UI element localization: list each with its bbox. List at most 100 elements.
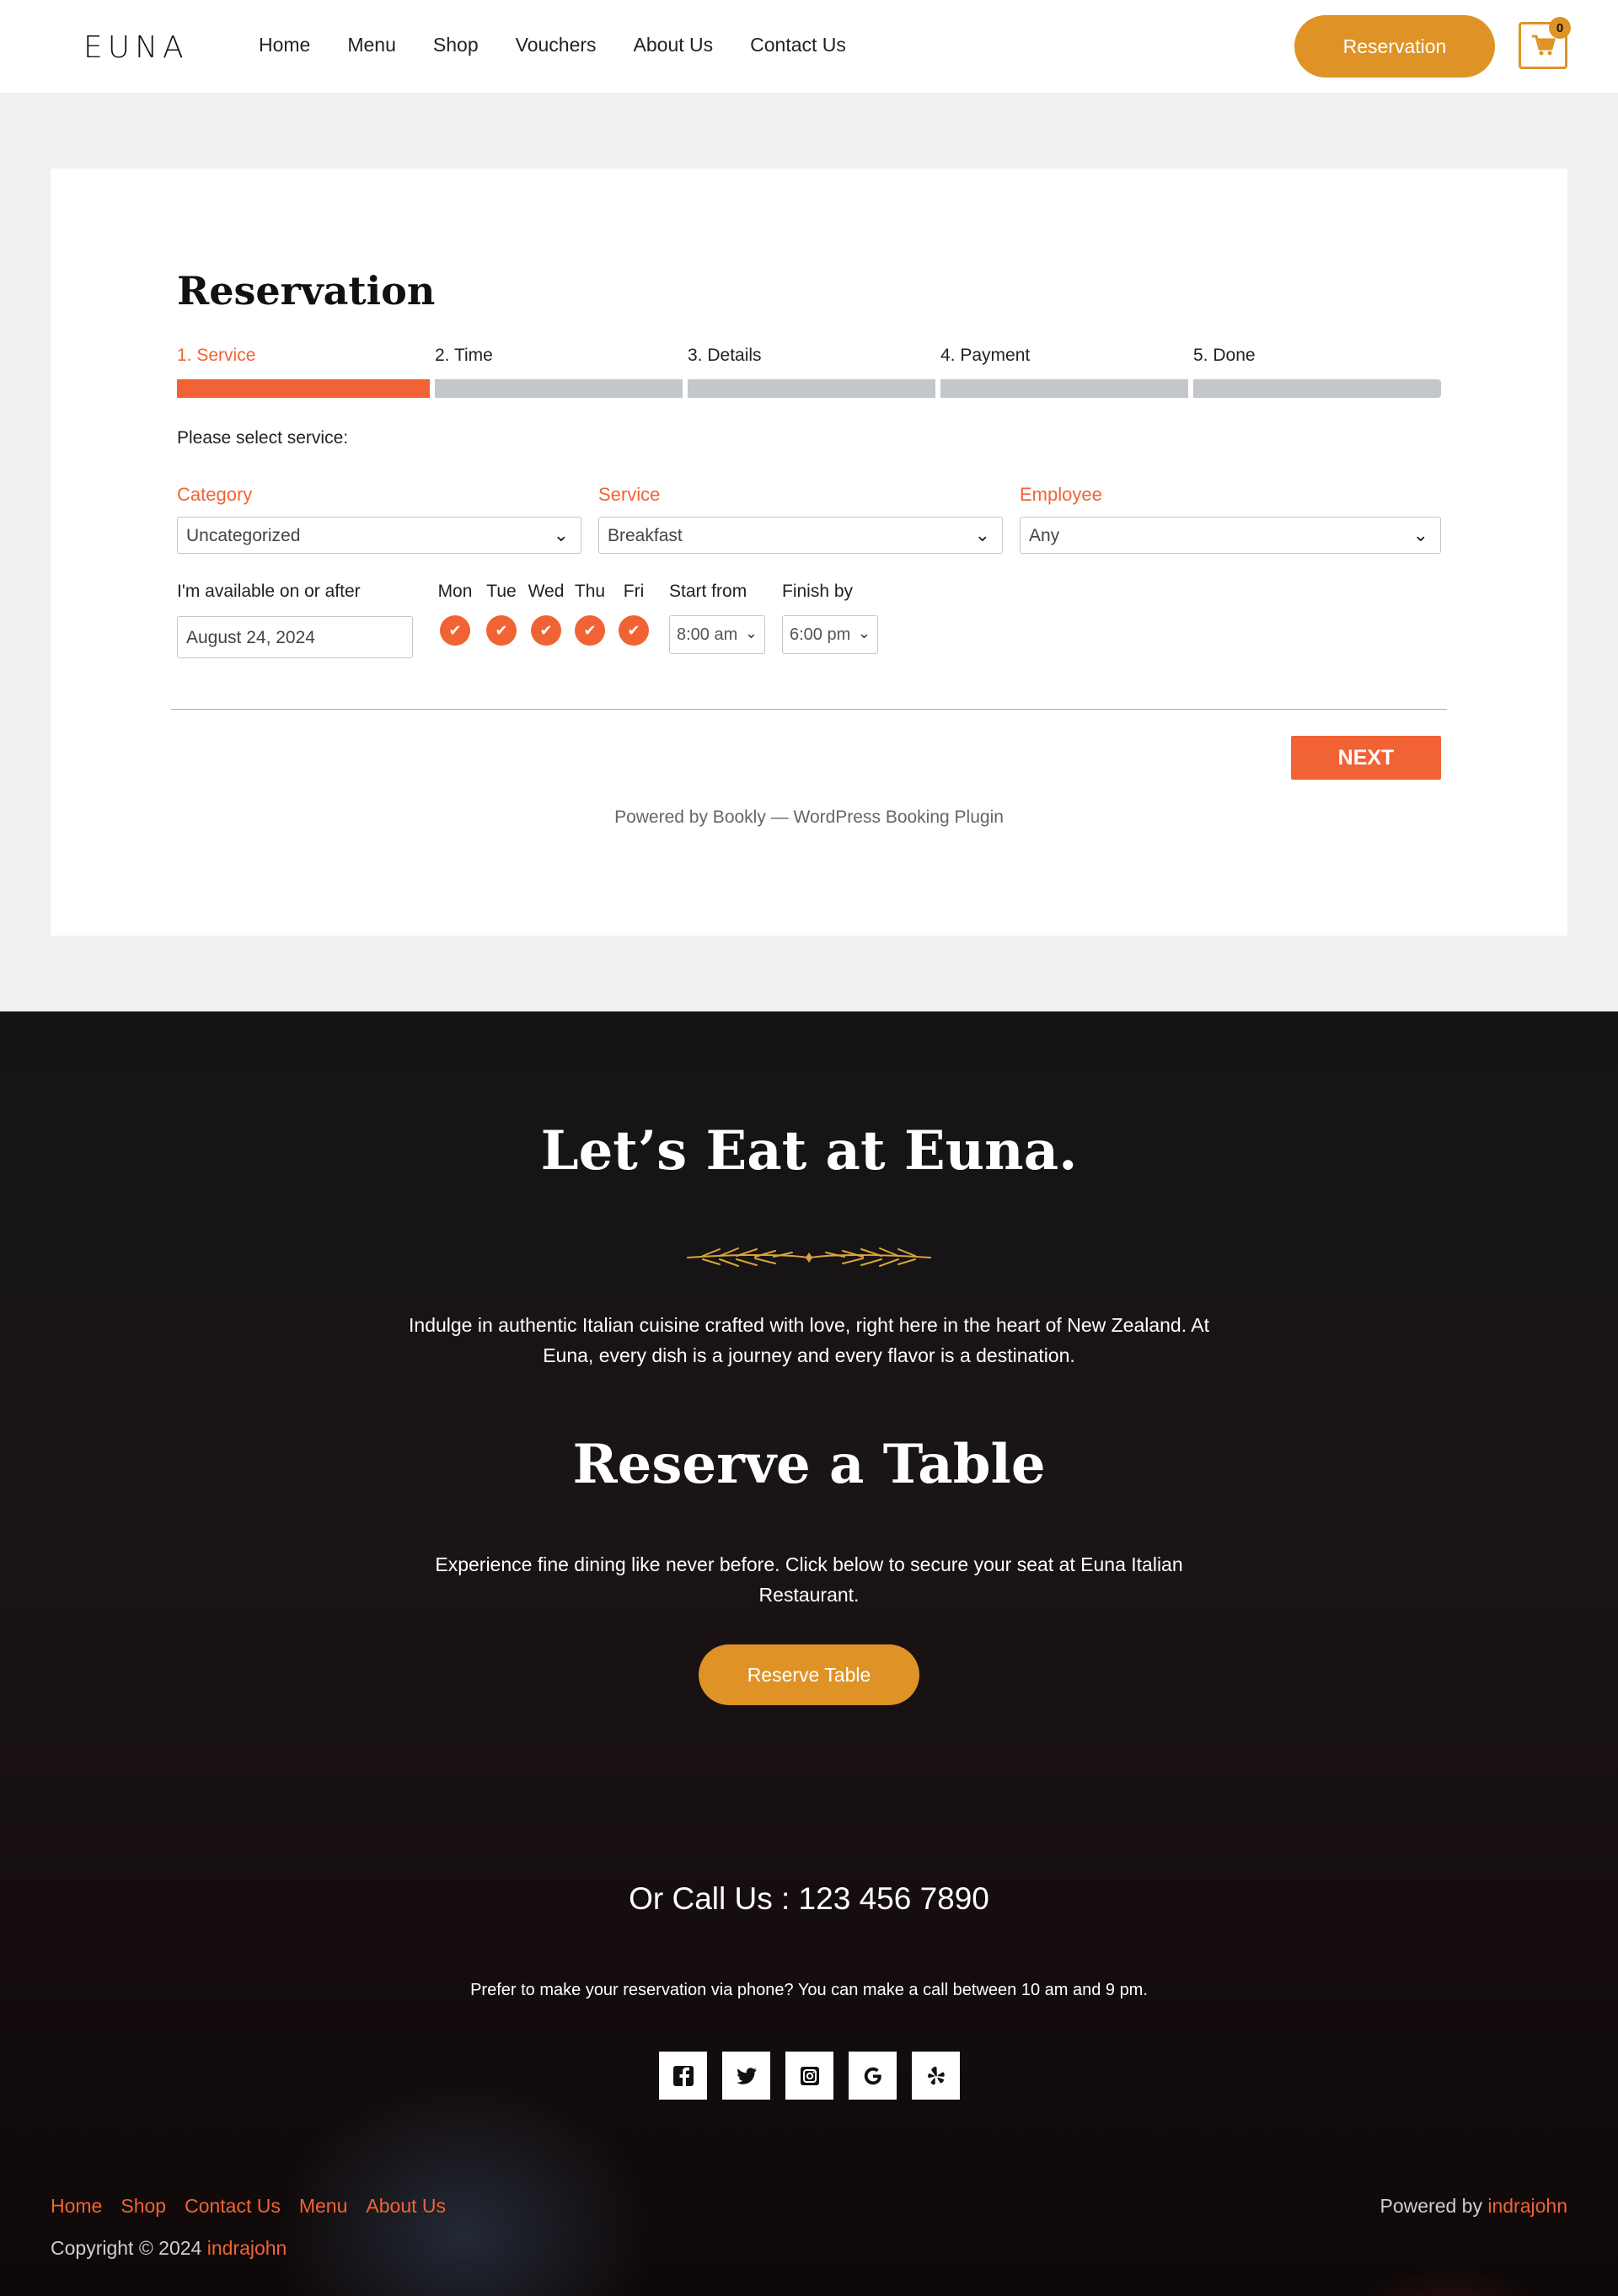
step-progress-bar	[435, 379, 683, 398]
step-label: 3. Details	[688, 346, 762, 365]
next-button[interactable]: NEXT	[1291, 736, 1441, 780]
step-label: 5. Done	[1193, 346, 1256, 365]
day-label: Mon	[437, 582, 473, 601]
nav-contact-us[interactable]: Contact Us	[750, 34, 846, 56]
check-icon[interactable]: ✔	[531, 615, 561, 646]
finish-by-label: Finish by	[782, 582, 854, 601]
day-mon[interactable]: Mon ✔	[433, 582, 477, 646]
start-time-value: 8:00 am	[677, 625, 738, 644]
finish-time-value: 6:00 pm	[790, 625, 851, 644]
check-icon[interactable]: ✔	[619, 615, 649, 646]
day-fri[interactable]: Fri ✔	[612, 582, 656, 646]
facebook-link[interactable]	[659, 2052, 707, 2100]
step-progress-bar	[688, 379, 935, 398]
form-divider	[171, 709, 1447, 710]
start-time-select[interactable]: 8:00 am ⌄	[669, 615, 765, 654]
day-label: Fri	[623, 582, 645, 601]
booking-steps: 1. Service 2. Time 3. Details 4. Payment…	[177, 346, 1441, 398]
step-payment: 4. Payment	[940, 346, 1188, 398]
google-icon	[864, 2067, 881, 2084]
cart-icon	[1532, 35, 1556, 56]
footer-link-home[interactable]: Home	[51, 2195, 102, 2218]
instagram-link[interactable]	[785, 2052, 833, 2100]
check-icon[interactable]: ✔	[575, 615, 605, 646]
service-prompt: Please select service:	[177, 428, 349, 448]
copyright-prefix: Copyright © 2024	[51, 2237, 207, 2259]
site-footer: Let’s Eat at Euna. Indulge in authentic …	[0, 1011, 1618, 2296]
check-icon[interactable]: ✔	[440, 615, 470, 646]
powered-by-text: Powered by indrajohn	[1380, 2195, 1568, 2218]
ornament-icon	[687, 1247, 931, 1267]
booking-form-card: Reservation 1. Service 2. Time 3. Detail…	[51, 169, 1567, 936]
nav-about-us[interactable]: About Us	[634, 34, 714, 56]
step-progress-bar	[177, 379, 430, 398]
chevron-down-icon: ⌄	[744, 625, 758, 641]
step-label: 4. Payment	[940, 346, 1031, 365]
powered-by-prefix: Powered by	[1380, 2195, 1488, 2217]
footer-link-contact-us[interactable]: Contact Us	[185, 2195, 281, 2218]
reserve-description: Experience fine dining like never before…	[435, 1553, 1183, 1606]
category-value: Uncategorized	[186, 526, 301, 545]
footer-nav: Home Shop Contact Us Menu About Us	[51, 2195, 446, 2218]
footer-intro-text: Indulge in authentic Italian cuisine cra…	[409, 1314, 1209, 1366]
employee-label: Employee	[1020, 484, 1102, 505]
site-header: EUNA Home Menu Shop Vouchers About Us Co…	[0, 0, 1618, 93]
footer-title: Let’s Eat at Euna.	[540, 1119, 1078, 1183]
chevron-down-icon: ⌄	[974, 524, 990, 545]
copyright-author-link[interactable]: indrajohn	[207, 2237, 287, 2259]
powered-by-author-link[interactable]: indrajohn	[1487, 2195, 1567, 2217]
twitter-link[interactable]	[722, 2052, 770, 2100]
category-select[interactable]: Uncategorized ⌄	[177, 517, 581, 554]
chevron-down-icon: ⌄	[857, 625, 871, 641]
start-from-label: Start from	[669, 582, 747, 601]
instagram-icon	[800, 2066, 819, 2085]
yelp-link[interactable]	[912, 2052, 960, 2100]
page-title: Reservation	[177, 268, 436, 314]
step-label: 1. Service	[177, 346, 256, 365]
cart-count-badge: 0	[1549, 17, 1571, 39]
category-label: Category	[177, 484, 253, 505]
twitter-icon	[736, 2067, 757, 2084]
finish-time-select[interactable]: 6:00 pm ⌄	[782, 615, 878, 654]
service-label: Service	[598, 484, 661, 505]
step-label: 2. Time	[435, 346, 493, 365]
footer-link-about-us[interactable]: About Us	[366, 2195, 446, 2218]
site-logo[interactable]: EUNA	[83, 30, 189, 65]
nav-vouchers[interactable]: Vouchers	[516, 34, 597, 56]
check-icon[interactable]: ✔	[486, 615, 517, 646]
reservation-button[interactable]: Reservation	[1294, 15, 1495, 78]
date-field[interactable]: August 24, 2024	[177, 616, 413, 658]
yelp-icon	[927, 2066, 945, 2084]
day-label: Thu	[574, 582, 606, 601]
service-select[interactable]: Breakfast ⌄	[598, 517, 1003, 554]
day-wed[interactable]: Wed ✔	[520, 582, 572, 646]
facebook-icon	[672, 2065, 694, 2086]
day-tue[interactable]: Tue ✔	[480, 582, 523, 646]
step-service: 1. Service	[177, 346, 430, 398]
service-value: Breakfast	[608, 526, 683, 545]
reserve-table-button[interactable]: Reserve Table	[699, 1644, 919, 1705]
social-links	[659, 2052, 960, 2100]
phone-reservation-note: Prefer to make your reservation via phon…	[470, 1981, 1148, 1999]
copyright-text: Copyright © 2024 indrajohn	[51, 2237, 287, 2260]
chevron-down-icon: ⌄	[553, 524, 569, 545]
step-progress-bar	[940, 379, 1188, 398]
footer-link-shop[interactable]: Shop	[121, 2195, 166, 2218]
call-us-text: Or Call Us : 123 456 7890	[629, 1881, 989, 1916]
google-link[interactable]	[849, 2052, 897, 2100]
reserve-title: Reserve a Table	[572, 1433, 1046, 1496]
employee-select[interactable]: Any ⌄	[1020, 517, 1441, 554]
employee-value: Any	[1029, 526, 1060, 545]
bookly-credit[interactable]: Powered by Bookly — WordPress Booking Pl…	[51, 807, 1567, 828]
nav-home[interactable]: Home	[259, 34, 310, 56]
footer-link-menu[interactable]: Menu	[299, 2195, 348, 2218]
nav-shop[interactable]: Shop	[433, 34, 479, 56]
main-nav: Home Menu Shop Vouchers About Us Contact…	[259, 34, 846, 56]
nav-menu[interactable]: Menu	[347, 34, 396, 56]
step-time: 2. Time	[435, 346, 683, 398]
day-label: Tue	[486, 582, 517, 601]
day-label: Wed	[528, 582, 565, 601]
day-thu[interactable]: Thu ✔	[568, 582, 612, 646]
step-done: 5. Done	[1193, 346, 1441, 398]
step-progress-bar	[1193, 379, 1441, 398]
